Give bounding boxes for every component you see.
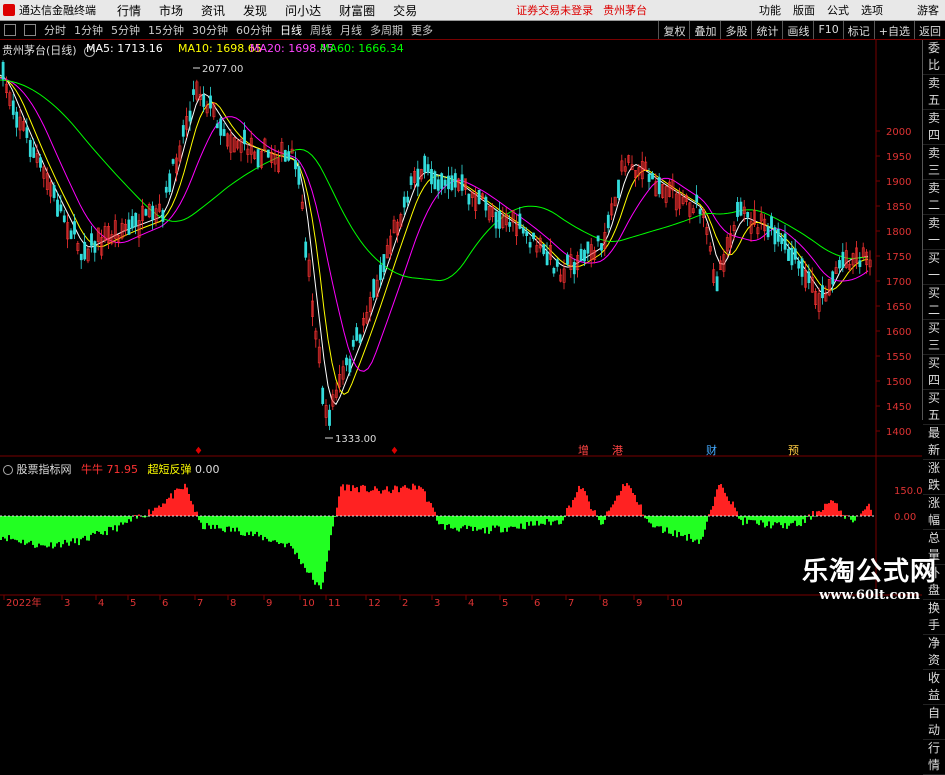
sidebar-item[interactable]: 卖一 <box>923 215 945 250</box>
ma-lines <box>0 75 868 404</box>
date-tick-label: 9 <box>266 598 272 609</box>
price-tick-label: 1600 <box>886 327 911 338</box>
low-annotation: 1333.00 <box>325 434 376 445</box>
sidebar-item[interactable]: 买一 <box>923 250 945 285</box>
sidebar-item[interactable]: 行情 <box>923 740 945 775</box>
sidebar-item[interactable]: 收益 <box>923 670 945 705</box>
date-tick-label: 2 <box>402 598 408 609</box>
event-marker-yu[interactable]: 预 <box>788 444 799 457</box>
price-tick-label: 1400 <box>886 427 911 438</box>
price-tick-label: 1850 <box>886 202 911 213</box>
bull-label: 牛牛 <box>81 463 103 476</box>
date-tick-label: 10 <box>302 598 315 609</box>
event-marker-gang[interactable]: 港 <box>612 444 623 457</box>
event-marker[interactable]: ♦ <box>194 446 203 457</box>
date-tick-label: 8 <box>602 598 608 609</box>
extra-label: 超短反弹 <box>148 463 192 476</box>
sidebar-item[interactable]: 卖三 <box>923 145 945 180</box>
event-marker[interactable]: ♦ <box>390 446 399 457</box>
price-tick-label: 1650 <box>886 302 911 313</box>
sidebar-item[interactable]: 买二 <box>923 285 945 320</box>
date-tick-label: 2022年 <box>6 596 41 609</box>
date-tick-label: 5 <box>502 598 508 609</box>
high-price-label: 2077.00 <box>202 64 243 75</box>
high-annotation: 2077.00 <box>193 64 243 75</box>
date-tick-label: 5 <box>130 598 136 609</box>
chart-canvas[interactable]: 2000 1950 1900 1850 1800 1750 1700 1650 1600 1550… <box>0 0 945 609</box>
indicator-title-row: 股票指标网 牛牛 71.95 超短反弹 0.00 <box>3 461 220 477</box>
watermark-url: www.60lt.com <box>802 588 937 603</box>
ma5-label: MA5: 1713.16 <box>86 42 163 55</box>
sidebar-item[interactable]: 换手 <box>923 600 945 635</box>
date-tick-label: 3 <box>64 598 70 609</box>
date-tick-label: 6 <box>162 598 168 609</box>
sidebar-item[interactable]: 买五 <box>923 390 945 425</box>
price-tick-label: 2000 <box>886 127 911 138</box>
sidebar-item[interactable]: 委比 <box>923 40 945 75</box>
date-tick-label: 9 <box>636 598 642 609</box>
candlesticks <box>2 60 871 430</box>
sidebar-item[interactable]: 最新 <box>923 425 945 460</box>
price-tick-label: 1750 <box>886 252 911 263</box>
date-tick-label: 4 <box>468 598 474 609</box>
sidebar-item[interactable]: 卖二 <box>923 180 945 215</box>
watermark-cn: 乐淘公式网 <box>802 551 937 588</box>
ma60-label: MA60: 1666.34 <box>320 42 404 55</box>
date-tick-label: 7 <box>568 598 574 609</box>
sidebar-item[interactable]: 自动 <box>923 705 945 740</box>
bull-value: 71.95 <box>107 463 139 476</box>
indicator-tick-label: 0.00 <box>894 512 916 523</box>
indicator-bars <box>0 483 872 589</box>
sidebar-item[interactable]: 净资 <box>923 635 945 670</box>
sidebar-item[interactable]: 卖五 <box>923 75 945 110</box>
indicator-axis: 150.0 0.00 <box>894 486 923 523</box>
date-tick-label: 6 <box>534 598 540 609</box>
price-tick-label: 1550 <box>886 352 911 363</box>
sidebar-item[interactable]: 买四 <box>923 355 945 390</box>
chart-title-row: 贵州茅台(日线) <box>2 42 95 58</box>
date-axis: 2022年 3 4 5 6 7 8 9 10 11 12 2 3 4 5 6 7 8 9 10 <box>4 595 683 609</box>
indicator-tick-label: 150.0 <box>894 486 923 497</box>
date-tick-label: 10 <box>670 598 683 609</box>
event-marker-zeng[interactable]: 增 <box>578 443 589 457</box>
quote-sidebar: 委比卖五卖四卖三卖二卖一买一买二买三买四买五最新涨跌涨幅总量外盘换手净资收益自动… <box>922 40 945 420</box>
indicator-name[interactable]: 股票指标网 <box>17 463 72 476</box>
extra-value: 0.00 <box>195 463 220 476</box>
watermark: 乐淘公式网 www.60lt.com <box>802 551 937 603</box>
price-tick-label: 1500 <box>886 377 911 388</box>
price-tick-label: 1800 <box>886 227 911 238</box>
sidebar-item[interactable]: 卖四 <box>923 110 945 145</box>
sidebar-item[interactable]: 涨跌 <box>923 460 945 495</box>
sidebar-item[interactable]: 买三 <box>923 320 945 355</box>
date-tick-label: 12 <box>368 598 381 609</box>
low-price-label: 1333.00 <box>335 434 376 445</box>
chart-title: 贵州茅台(日线) <box>2 44 77 57</box>
price-tick-label: 1700 <box>886 277 911 288</box>
date-tick-label: 8 <box>230 598 236 609</box>
price-tick-label: 1900 <box>886 177 911 188</box>
date-tick-label: 3 <box>434 598 440 609</box>
date-tick-label: 11 <box>328 598 341 609</box>
sidebar-item[interactable]: 涨幅 <box>923 495 945 530</box>
price-axis: 2000 1950 1900 1850 1800 1750 1700 1650 1600 1550… <box>876 127 911 438</box>
date-tick-label: 7 <box>197 598 203 609</box>
event-marker-cai[interactable]: 财 <box>706 443 717 457</box>
date-tick-label: 4 <box>98 598 104 609</box>
price-tick-label: 1450 <box>886 402 911 413</box>
indicator-settings-icon[interactable] <box>3 465 13 475</box>
price-tick-label: 1950 <box>886 152 911 163</box>
